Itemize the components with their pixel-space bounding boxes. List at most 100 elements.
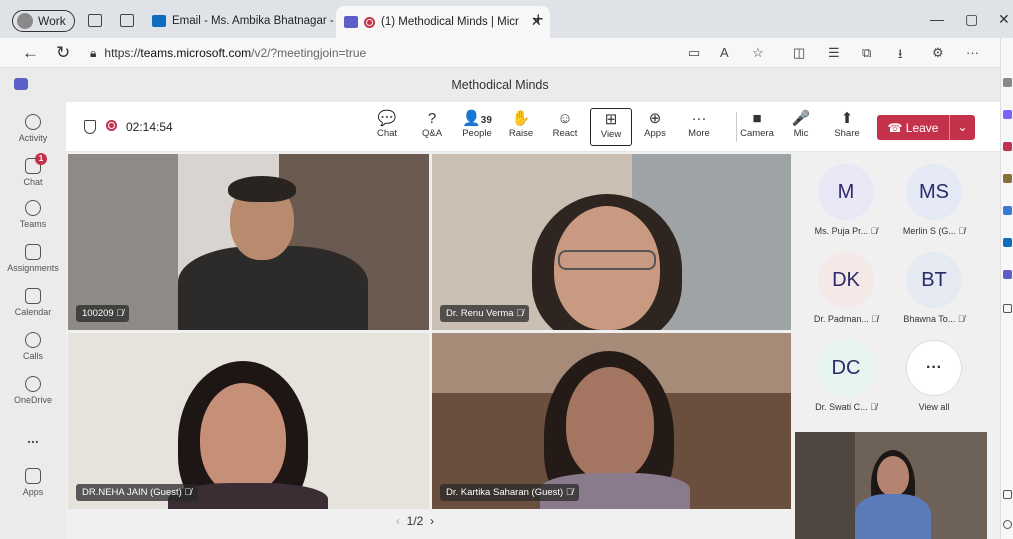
chevron-down-icon[interactable]: ⌄ (949, 115, 975, 140)
collections-icon[interactable]: ⧉ (862, 45, 871, 61)
chat-icon: 💬 (377, 110, 397, 127)
gallery-pager: ‹ 1/2 › (396, 514, 434, 528)
rail-item-apps[interactable]: Apps (0, 468, 66, 497)
profile-button[interactable]: Work (12, 10, 75, 32)
avatar: DC (818, 340, 874, 396)
hand-icon: ✋ (511, 110, 531, 127)
self-view-video[interactable] (795, 432, 987, 539)
rail-label: Calendar (14, 307, 52, 317)
outlook-icon (152, 15, 166, 27)
rail-item-assignments[interactable]: Assignments (0, 244, 66, 273)
address-bar[interactable]: 🔒︎ https://teams.microsoft.com/v2/?meeti… (90, 42, 790, 64)
participant-name: Dr. Swati C... 🎙̸ (815, 402, 877, 412)
video-tile[interactable]: Dr. Renu Verma 🎙̸ (432, 154, 791, 330)
teams-header: Methodical Minds (0, 68, 1000, 102)
maximize-icon[interactable]: ▢ (965, 11, 978, 28)
shopping-icon[interactable] (1003, 142, 1012, 151)
roster-participant[interactable]: MS Merlin S (G... 🎙̸ (892, 164, 976, 236)
react-button[interactable]: ☺ React (544, 110, 586, 139)
rail-item-calls[interactable]: Calls (0, 332, 66, 361)
more-icon: ··· (691, 110, 707, 127)
shield-icon (84, 120, 96, 134)
mic-muted-icon: 🎙̸ (871, 314, 879, 324)
qa-button[interactable]: ? Q&A (411, 110, 453, 139)
downloads-icon[interactable]: ⭳ (898, 45, 903, 67)
more-button[interactable]: ··· More (678, 110, 720, 139)
mic-muted-icon: 🎙̸ (184, 487, 192, 498)
video-tile[interactable]: Dr. Kartika Saharan (Guest) 🎙̸ (432, 333, 791, 509)
roster-participant[interactable]: M Ms. Puja Pr... 🎙̸ (804, 164, 888, 236)
new-tab-button[interactable]: + (533, 9, 544, 30)
rail-item-onedrive[interactable]: OneDrive (0, 376, 66, 405)
rail-item-more[interactable]: ... (0, 430, 66, 446)
avatar: BT (906, 252, 962, 308)
rail-item-chat[interactable]: 1 Chat (0, 153, 66, 187)
extensions-icon[interactable]: ⚙ (932, 45, 944, 61)
rail-item-teams[interactable]: Teams (0, 200, 66, 229)
favorites-icon[interactable]: ☰ (828, 45, 840, 61)
question-icon: ? (427, 110, 437, 127)
minimize-icon[interactable]: — (930, 11, 944, 27)
mic-button[interactable]: 🎤 Mic (780, 110, 822, 139)
tools-icon[interactable] (1003, 174, 1012, 183)
rail-label: Teams (19, 219, 47, 229)
teams-icon[interactable] (1003, 270, 1012, 279)
refresh-icon[interactable]: ↻ (56, 43, 70, 63)
favorite-icon[interactable]: ☆ (752, 45, 764, 61)
share-button[interactable]: ⬆ Share (826, 110, 868, 139)
participant-name: Bhawna To... 🎙̸ (903, 314, 965, 324)
rail-label: Apps (22, 487, 44, 497)
more-icon[interactable]: ··· (966, 45, 979, 60)
games-icon[interactable] (1003, 206, 1012, 215)
video-tile[interactable]: 100209 🎙̸ (68, 154, 429, 330)
chat-icon: 1 (25, 153, 47, 174)
roster-participant[interactable]: DC Dr. Swati C... 🎙̸ (804, 340, 888, 412)
assignments-icon (25, 244, 41, 260)
back-icon[interactable]: ← (22, 43, 39, 63)
chevron-left-icon[interactable]: ‹ (396, 514, 400, 528)
split-screen-icon[interactable]: ◫ (793, 45, 805, 61)
participant-name: Ms. Puja Pr... 🎙̸ (814, 226, 878, 236)
tab-actions-icon[interactable] (120, 14, 134, 27)
rail-label: Chat (23, 177, 43, 187)
leave-button[interactable]: ☎ Leave ⌄ (877, 115, 975, 140)
close-window-icon[interactable]: ✕ (998, 11, 1010, 28)
rail-item-activity[interactable]: Activity (0, 114, 66, 143)
rail-item-calendar[interactable]: Calendar (0, 288, 66, 317)
plus-icon: ⊕ (648, 110, 662, 127)
chat-button[interactable]: 💬 Chat (366, 110, 408, 139)
apps-button[interactable]: ⊕ Apps (634, 110, 676, 139)
video-icon[interactable]: ▭ (688, 45, 700, 61)
search-icon[interactable] (1003, 78, 1012, 87)
view-all-label: View all (918, 402, 950, 412)
add-icon[interactable] (1003, 304, 1012, 313)
meeting-toolbar: 02:14:54 💬 Chat ? Q&A 👤39 People ✋ Raise ☺ Re… (66, 102, 1000, 152)
grid-icon: ⊞ (604, 111, 618, 128)
browser-tab-bar: Work Email - Ms. Ambika Bhatnagar - O ✕ … (0, 0, 1013, 38)
microphone-icon: 🎤 (791, 110, 811, 127)
raise-hand-button[interactable]: ✋ Raise (500, 110, 542, 139)
video-stage: 100209 🎙̸ Dr. Renu Verma 🎙̸ DR.NEHA JAIN… (66, 152, 1000, 539)
view-button[interactable]: ⊞ View (590, 108, 632, 146)
sidebar-toggle-icon[interactable] (1003, 490, 1012, 499)
camera-button[interactable]: ■ Camera (736, 110, 778, 139)
cloud-icon (25, 376, 41, 392)
view-all-button[interactable]: ··· View all (892, 340, 976, 412)
read-aloud-icon[interactable]: A (720, 45, 729, 60)
settings-icon[interactable] (1003, 520, 1012, 529)
mic-muted-icon: 🎙̸ (957, 314, 965, 324)
outlook-icon[interactable] (1003, 238, 1012, 247)
roster-participant[interactable]: BT Bhawna To... 🎙̸ (892, 252, 976, 324)
rail-label: Calls (22, 351, 43, 361)
people-button[interactable]: 👤39 People (456, 110, 498, 139)
chevron-right-icon[interactable]: › (430, 514, 434, 528)
participant-name: 100209 🎙̸ (76, 305, 130, 322)
tab-teams-meeting[interactable]: (1) Methodical Minds | Micr ✕ (336, 6, 550, 38)
workspaces-icon[interactable] (88, 14, 102, 27)
meeting-timer: 02:14:54 (126, 120, 173, 134)
calendar-icon (25, 288, 41, 304)
video-tile[interactable]: DR.NEHA JAIN (Guest) 🎙̸ (68, 333, 429, 509)
roster-participant[interactable]: DK Dr. Padman... 🎙̸ (804, 252, 888, 324)
copilot-icon[interactable] (1003, 110, 1012, 119)
more-icon: ··· (906, 340, 962, 396)
